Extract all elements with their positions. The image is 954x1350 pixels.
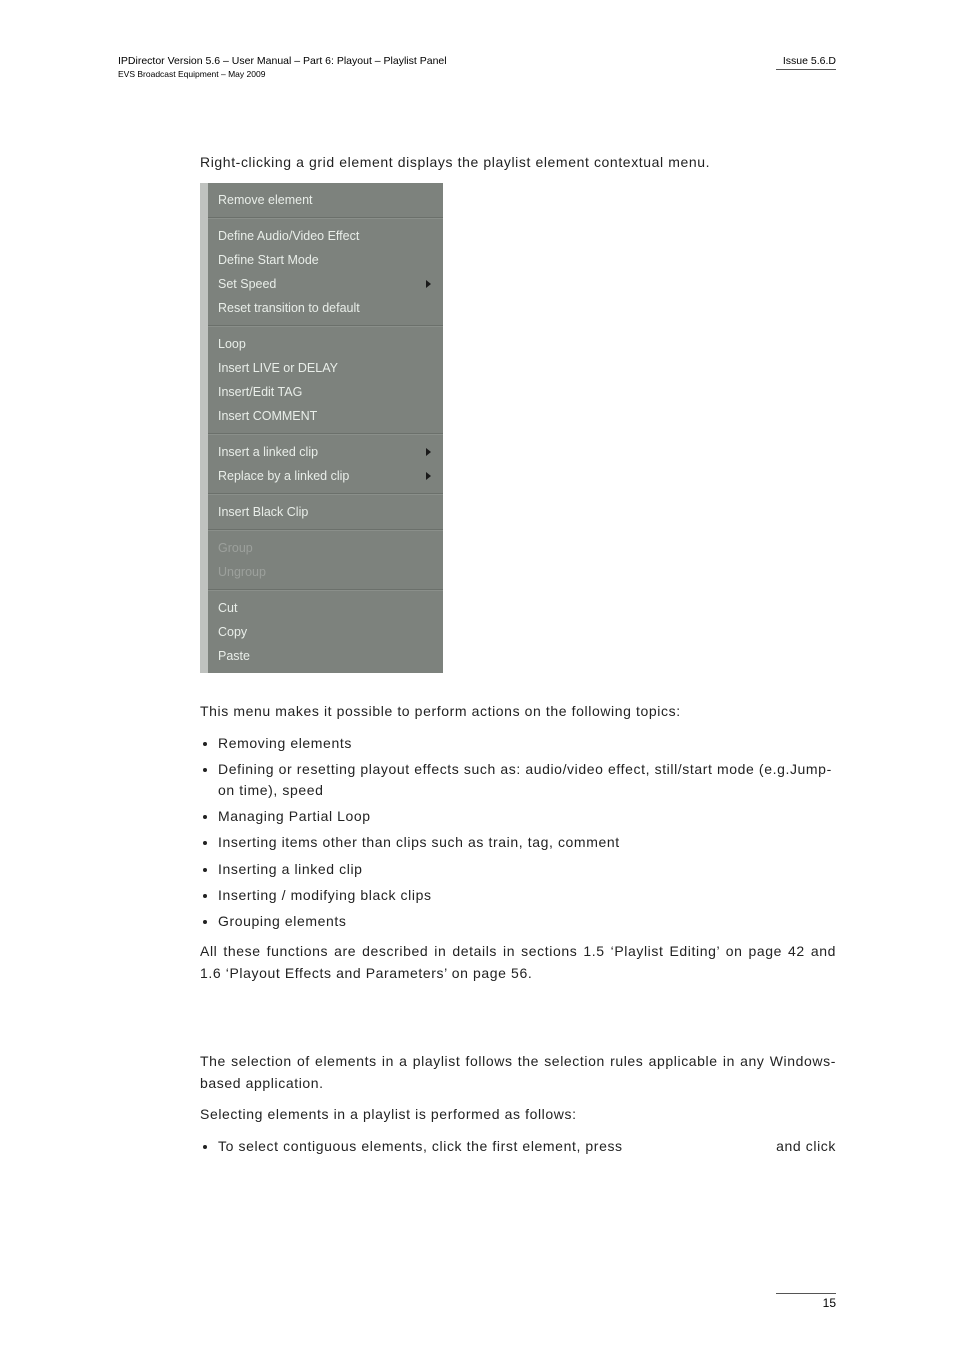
context-menu-item[interactable]: Insert Black Clip <box>208 500 443 524</box>
context-menu: Remove elementDefine Audio/Video EffectD… <box>200 183 443 673</box>
context-menu-item-label: Set Speed <box>218 277 276 291</box>
context-menu-item[interactable]: Copy <box>208 620 443 644</box>
list-item: Managing Partial Loop <box>218 806 836 826</box>
selection-bullet: To select contiguous elements, click the… <box>218 1136 836 1156</box>
context-menu-group: Cut Copy Paste <box>208 590 443 673</box>
context-menu-item-label: Insert a linked clip <box>218 445 318 459</box>
context-menu-item-label: Paste <box>218 649 250 663</box>
context-menu-item[interactable]: Cut <box>208 596 443 620</box>
header-rule <box>776 69 836 70</box>
submenu-arrow-icon <box>426 448 431 456</box>
context-menu-item-label: Cut <box>218 601 237 615</box>
header-left: IPDirector Version 5.6 – User Manual – P… <box>118 55 447 80</box>
context-menu-group: Remove element <box>208 183 443 218</box>
context-menu-item[interactable]: Set Speed <box>208 272 443 296</box>
context-menu-group: Group Ungroup <box>208 530 443 590</box>
context-menu-item[interactable]: Reset transition to default <box>208 296 443 320</box>
closing-paragraph: All these functions are described in det… <box>200 941 836 984</box>
context-menu-group: Insert Black Clip <box>208 494 443 530</box>
context-menu-item-label: Replace by a linked clip <box>218 469 349 483</box>
context-menu-item-label: Define Start Mode <box>218 253 319 267</box>
list-item: Inserting / modifying black clips <box>218 885 836 905</box>
context-menu-item: Ungroup <box>208 560 443 584</box>
context-menu-item[interactable]: Paste <box>208 644 443 668</box>
submenu-arrow-icon <box>426 472 431 480</box>
list-item: Inserting items other than clips such as… <box>218 832 836 852</box>
context-menu-item-label: Insert LIVE or DELAY <box>218 361 338 375</box>
context-menu-item-label: Copy <box>218 625 247 639</box>
topics-list: Removing elements Defining or resetting p… <box>200 733 836 931</box>
footer-rule <box>776 1293 836 1294</box>
context-menu-item-label: Group <box>218 541 253 555</box>
page: IPDirector Version 5.6 – User Manual – P… <box>0 0 954 1350</box>
context-menu-item-label: Remove element <box>218 193 313 207</box>
context-menu-item[interactable]: Define Audio/Video Effect <box>208 224 443 248</box>
context-menu-item-label: Insert COMMENT <box>218 409 317 423</box>
context-menu-group: Loop Insert LIVE or DELAY Insert/Edit TAG I… <box>208 326 443 434</box>
context-menu-item-label: Loop <box>218 337 246 351</box>
issue-number: Issue 5.6.D <box>776 55 836 67</box>
context-menu-item[interactable]: Define Start Mode <box>208 248 443 272</box>
page-footer: 15 <box>776 1293 836 1310</box>
header-right: Issue 5.6.D <box>776 55 836 70</box>
context-menu-item-label: Define Audio/Video Effect <box>218 229 359 243</box>
header-title: IPDirector Version 5.6 – User Manual – P… <box>118 55 447 69</box>
list-item: Defining or resetting playout effects su… <box>218 759 836 800</box>
content-body: Right-clicking a grid element displays t… <box>200 152 836 1156</box>
context-menu-item-label: Insert Black Clip <box>218 505 308 519</box>
list-item: Removing elements <box>218 733 836 753</box>
page-number: 15 <box>776 1296 836 1310</box>
context-menu-item[interactable]: Insert a linked clip <box>208 440 443 464</box>
context-menu-item[interactable]: Replace by a linked clip <box>208 464 443 488</box>
after-menu-paragraph: This menu makes it possible to perform a… <box>200 701 836 723</box>
context-menu-item[interactable]: Insert LIVE or DELAY <box>208 356 443 380</box>
list-item: Grouping elements <box>218 911 836 931</box>
context-menu-item: Group <box>208 536 443 560</box>
page-header: IPDirector Version 5.6 – User Manual – P… <box>118 55 836 80</box>
context-menu-item[interactable]: Insert/Edit TAG <box>208 380 443 404</box>
context-menu-item[interactable]: Remove element <box>208 188 443 212</box>
context-menu-item-label: Reset transition to default <box>218 301 360 315</box>
header-subtitle: EVS Broadcast Equipment – May 2009 <box>118 69 447 80</box>
selection-p2: Selecting elements in a playlist is perf… <box>200 1104 836 1126</box>
context-menu-group: Insert a linked clip Replace by a linked … <box>208 434 443 494</box>
selection-p1: The selection of elements in a playlist … <box>200 1051 836 1094</box>
selection-bullet-text-b: and click <box>776 1136 836 1156</box>
context-menu-item[interactable]: Loop <box>208 332 443 356</box>
selection-bullet-text-a: To select contiguous elements, click the… <box>218 1138 623 1154</box>
intro-paragraph: Right-clicking a grid element displays t… <box>200 152 836 174</box>
list-item: Inserting a linked clip <box>218 859 836 879</box>
context-menu-item-label: Ungroup <box>218 565 266 579</box>
context-menu-item-label: Insert/Edit TAG <box>218 385 302 399</box>
context-menu-group: Define Audio/Video Effect Define Start Mo… <box>208 218 443 326</box>
selection-list: To select contiguous elements, click the… <box>200 1136 836 1156</box>
context-menu-item[interactable]: Insert COMMENT <box>208 404 443 428</box>
submenu-arrow-icon <box>426 280 431 288</box>
